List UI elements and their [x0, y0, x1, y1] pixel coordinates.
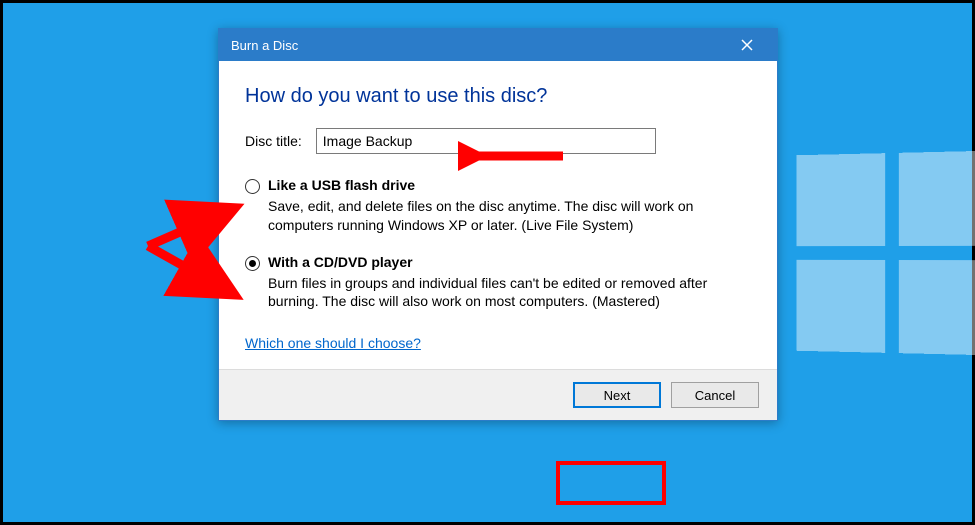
dialog-button-bar: Next Cancel	[219, 369, 777, 420]
radio-cd-dvd[interactable]	[245, 256, 260, 271]
disc-title-input[interactable]	[316, 128, 656, 154]
help-link[interactable]: Which one should I choose?	[245, 335, 421, 351]
next-button-label: Next	[604, 388, 631, 403]
dialog-content: How do you want to use this disc? Disc t…	[219, 61, 777, 369]
next-button[interactable]: Next	[573, 382, 661, 408]
dialog-headline: How do you want to use this disc?	[245, 85, 751, 108]
cancel-button[interactable]: Cancel	[671, 382, 759, 408]
option-cddvd-desc: Burn files in groups and individual file…	[268, 274, 751, 312]
annotation-highlight-next	[556, 461, 666, 505]
cancel-button-label: Cancel	[695, 388, 735, 403]
close-button[interactable]	[725, 31, 769, 59]
dialog-title: Burn a Disc	[231, 38, 298, 53]
windows-logo-icon	[796, 151, 975, 356]
close-icon	[741, 39, 753, 51]
option-usb-label: Like a USB flash drive	[268, 176, 751, 195]
radio-usb-flash[interactable]	[245, 179, 260, 194]
option-usb-desc: Save, edit, and delete files on the disc…	[268, 197, 751, 235]
disc-title-row: Disc title:	[245, 128, 751, 154]
burn-disc-dialog: Burn a Disc How do you want to use this …	[218, 28, 778, 421]
dialog-titlebar[interactable]: Burn a Disc	[219, 29, 777, 61]
option-cddvd-label: With a CD/DVD player	[268, 253, 751, 272]
option-usb-flash[interactable]: Like a USB flash drive Save, edit, and d…	[245, 176, 751, 235]
option-cd-dvd[interactable]: With a CD/DVD player Burn files in group…	[245, 253, 751, 312]
disc-title-label: Disc title:	[245, 133, 302, 149]
